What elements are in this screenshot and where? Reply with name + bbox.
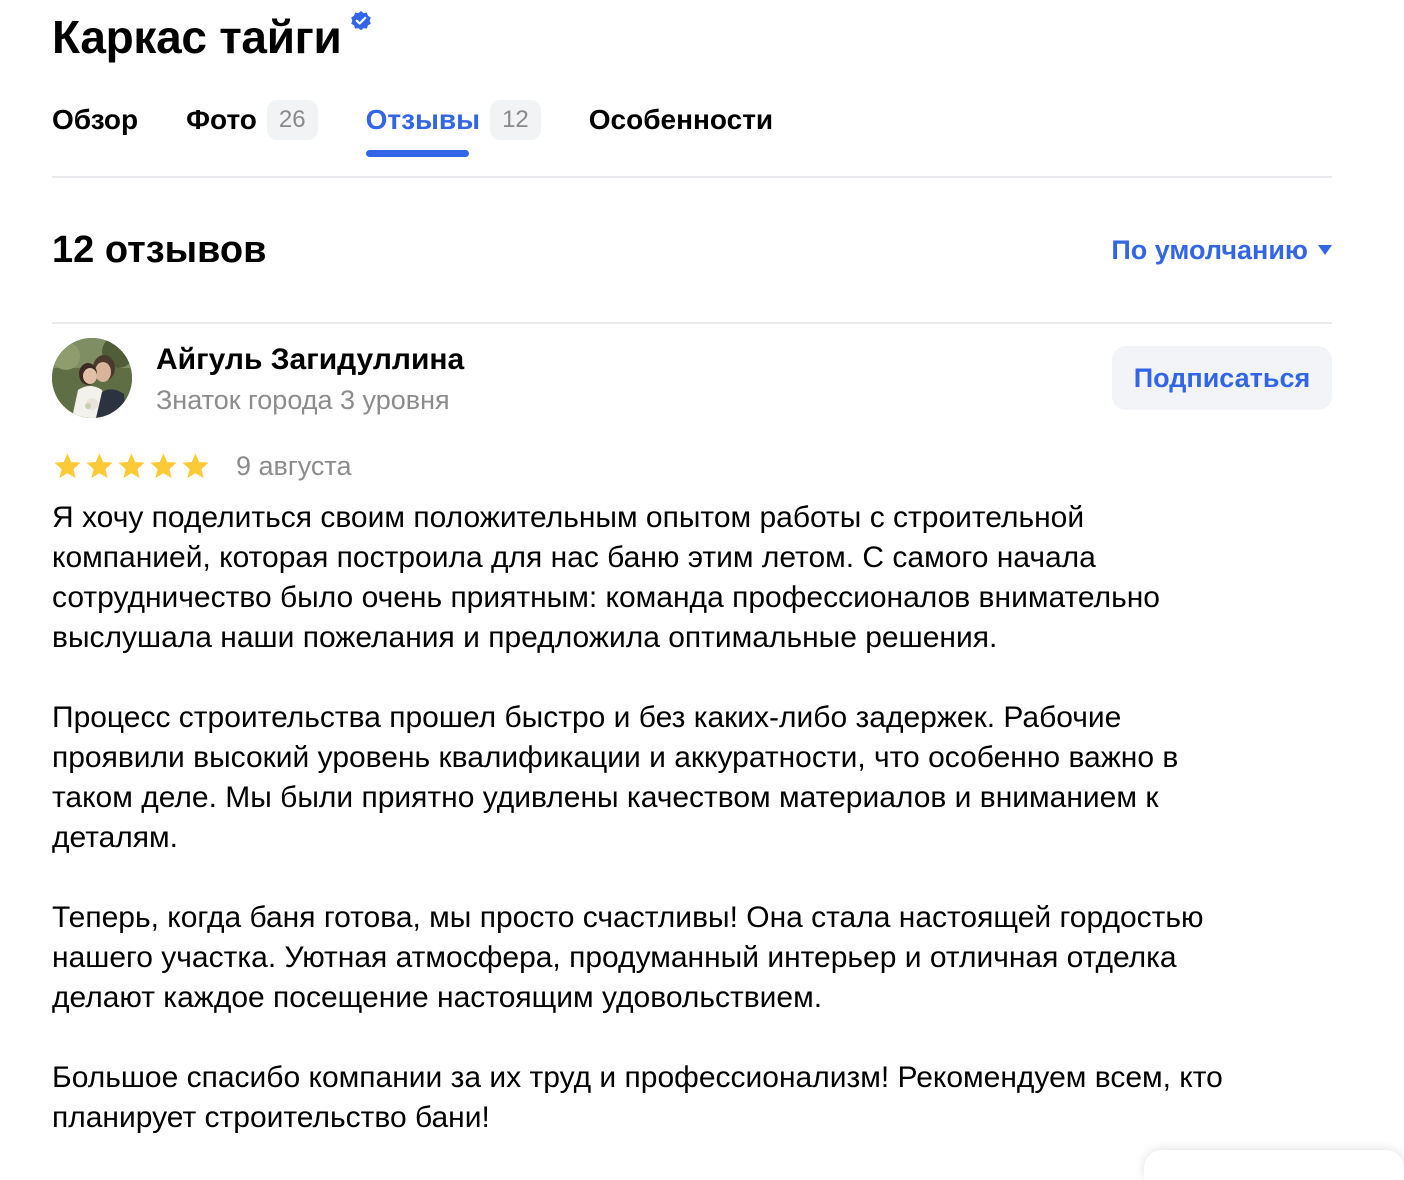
subscribe-button[interactable]: Подписаться — [1112, 346, 1332, 410]
sort-dropdown[interactable]: По умолчанию — [1111, 232, 1332, 268]
tab-overview[interactable]: Обзор — [52, 98, 138, 142]
review-paragraph: Теперь, когда баня готова, мы просто сча… — [52, 901, 1204, 1014]
review-paragraph: Большое спасибо компании за их труд и пр… — [52, 1061, 1223, 1134]
review-date: 9 августа — [236, 451, 352, 481]
review-paragraph: Я хочу поделиться своим положительным оп… — [52, 501, 1160, 654]
reviews-count-heading: 12 отзывов — [52, 229, 267, 271]
tab-features[interactable]: Особенности — [589, 98, 773, 142]
tab-count-badge: 26 — [266, 100, 318, 140]
star-rating — [52, 451, 212, 482]
star-icon — [118, 452, 145, 478]
review-paragraph: Процесс строительства прошел быстро и бе… — [52, 701, 1179, 854]
rating-row: 9 августа — [52, 446, 352, 486]
company-title: Каркас тайги — [52, 11, 342, 63]
tabs-bar: Обзор Фото 26 Отзывы 12 Особенности — [52, 98, 1332, 178]
tabs-divider — [52, 176, 1332, 178]
sort-label: По умолчанию — [1111, 235, 1308, 265]
avatar-photo — [52, 338, 132, 418]
tab-label: Особенности — [588, 104, 774, 135]
floating-panel-edge — [1144, 1150, 1404, 1180]
star-icon — [150, 452, 177, 478]
tab-count-badge: 12 — [490, 100, 541, 140]
title-row: Каркас тайги — [52, 8, 372, 68]
tab-label: Фото — [186, 104, 257, 135]
author-name[interactable]: Айгуль Загидуллина — [156, 340, 464, 380]
active-tab-indicator — [365, 150, 469, 157]
avatar[interactable] — [52, 338, 132, 418]
tab-label: Отзывы — [365, 104, 481, 135]
tab-reviews[interactable]: Отзывы 12 — [365, 98, 541, 157]
star-icon — [54, 452, 81, 478]
review-text: Я хочу поделиться своим положительным оп… — [52, 498, 1322, 1178]
tab-photos[interactable]: Фото 26 — [186, 98, 318, 142]
star-icon — [86, 452, 113, 478]
verified-check-icon — [350, 11, 371, 31]
reviews-divider — [52, 322, 1332, 324]
star-icon — [182, 452, 209, 478]
tab-label: Обзор — [52, 104, 139, 135]
author-level: Знаток города 3 уровня — [156, 385, 450, 415]
caret-down-icon — [1318, 245, 1332, 255]
